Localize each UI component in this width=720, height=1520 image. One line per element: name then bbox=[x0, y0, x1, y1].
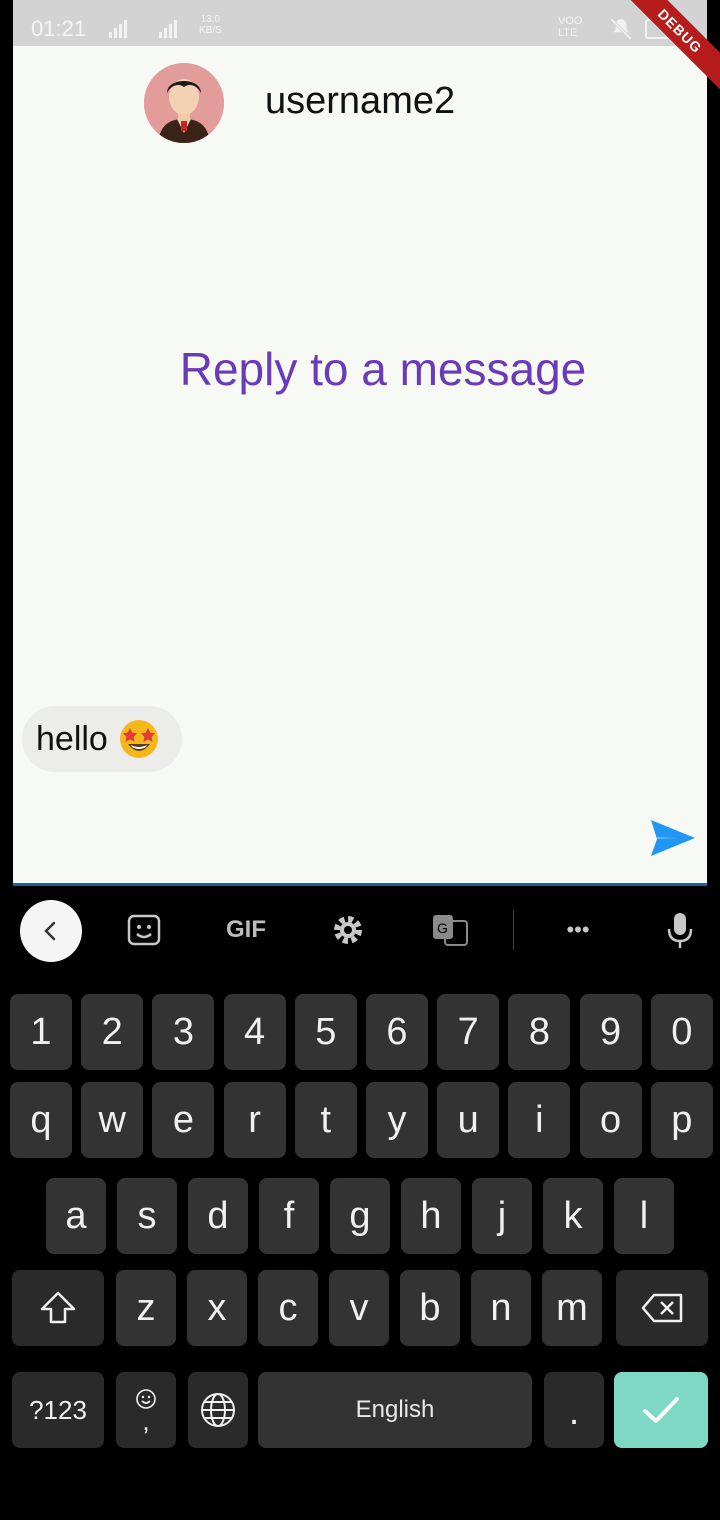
key-e[interactable]: e bbox=[152, 1082, 215, 1158]
checkmark-icon bbox=[643, 1397, 679, 1423]
avatar[interactable] bbox=[144, 63, 224, 143]
key-r[interactable]: r bbox=[223, 1082, 286, 1158]
key-1[interactable]: 1 bbox=[10, 994, 72, 1070]
key-p[interactable]: p bbox=[650, 1082, 713, 1158]
settings-button[interactable] bbox=[328, 910, 368, 950]
microphone-icon bbox=[667, 913, 693, 948]
chat-screen: username2 Reply to a message hello bbox=[13, 46, 707, 884]
key-3[interactable]: 3 bbox=[152, 994, 215, 1070]
chevron-left-icon bbox=[44, 921, 56, 941]
key-0[interactable]: 0 bbox=[650, 994, 713, 1070]
message-text: hello bbox=[36, 719, 108, 758]
globe-icon bbox=[201, 1393, 235, 1427]
user-avatar-icon bbox=[144, 63, 224, 143]
symbols-key[interactable]: ?123 bbox=[12, 1372, 104, 1448]
toolbar-back-button[interactable] bbox=[20, 900, 82, 962]
reply-hint: Reply to a message bbox=[179, 343, 587, 395]
net-speed: 13.0 KB/S bbox=[199, 14, 222, 36]
backspace-icon bbox=[641, 1293, 683, 1323]
svg-text:G: G bbox=[437, 920, 448, 936]
key-2[interactable]: 2 bbox=[81, 994, 144, 1070]
key-w[interactable]: w bbox=[81, 1082, 144, 1158]
key-g[interactable]: g bbox=[330, 1178, 390, 1254]
sticker-icon bbox=[127, 914, 161, 946]
message-bubble[interactable]: hello bbox=[22, 706, 182, 772]
key-m[interactable]: m bbox=[542, 1270, 602, 1346]
key-s[interactable]: s bbox=[117, 1178, 177, 1254]
key-v[interactable]: v bbox=[329, 1270, 389, 1346]
chat-header: username2 bbox=[13, 46, 707, 156]
key-d[interactable]: d bbox=[188, 1178, 248, 1254]
key-c[interactable]: c bbox=[258, 1270, 318, 1346]
key-8[interactable]: 8 bbox=[508, 994, 571, 1070]
space-key[interactable]: English bbox=[258, 1372, 532, 1448]
key-n[interactable]: n bbox=[471, 1270, 531, 1346]
volte-badge: VOO LTE bbox=[558, 15, 583, 39]
comma-key[interactable]: , bbox=[116, 1372, 176, 1448]
gif-button[interactable]: GIF bbox=[218, 910, 274, 950]
net-speed-unit: KB/S bbox=[199, 25, 222, 36]
key-k[interactable]: k bbox=[543, 1178, 603, 1254]
key-9[interactable]: 9 bbox=[579, 994, 642, 1070]
enter-key[interactable] bbox=[614, 1372, 708, 1448]
key-5[interactable]: 5 bbox=[294, 994, 357, 1070]
phone-screen: 01:21 13.0 KB/S VOO LTE username2 Reply … bbox=[0, 0, 720, 1520]
period-key[interactable]: . bbox=[544, 1372, 604, 1448]
key-f[interactable]: f bbox=[259, 1178, 319, 1254]
more-button[interactable]: ••• bbox=[556, 910, 600, 950]
key-6[interactable]: 6 bbox=[366, 994, 428, 1070]
voice-input-button[interactable] bbox=[662, 910, 698, 950]
key-y[interactable]: y bbox=[366, 1082, 428, 1158]
translate-button[interactable]: G bbox=[430, 910, 470, 950]
language-key[interactable] bbox=[188, 1372, 248, 1448]
signal-icon-2 bbox=[159, 18, 177, 38]
shift-key[interactable] bbox=[12, 1270, 104, 1346]
signal-icon bbox=[109, 18, 127, 38]
key-4[interactable]: 4 bbox=[223, 994, 286, 1070]
chat-username: username2 bbox=[265, 80, 456, 122]
toolbar-divider bbox=[513, 910, 514, 950]
key-t[interactable]: t bbox=[294, 1082, 357, 1158]
comma-label: , bbox=[142, 1406, 150, 1436]
space-key-label: English bbox=[355, 1396, 435, 1423]
key-h[interactable]: h bbox=[401, 1178, 461, 1254]
send-button[interactable] bbox=[649, 818, 697, 858]
net-speed-value: 13.0 bbox=[200, 14, 221, 25]
key-a[interactable]: a bbox=[46, 1178, 106, 1254]
key-l[interactable]: l bbox=[614, 1178, 674, 1254]
key-7[interactable]: 7 bbox=[437, 994, 500, 1070]
keyboard-toolbar: GIF G ••• bbox=[0, 886, 720, 978]
key-x[interactable]: x bbox=[187, 1270, 247, 1346]
key-z[interactable]: z bbox=[116, 1270, 176, 1346]
shift-icon bbox=[40, 1291, 76, 1324]
key-u[interactable]: u bbox=[437, 1082, 500, 1158]
mute-icon bbox=[610, 18, 632, 40]
key-b[interactable]: b bbox=[400, 1270, 460, 1346]
key-i[interactable]: i bbox=[508, 1082, 571, 1158]
keyboard: GIF G ••• 1 2 3 4 5 6 7 8 9 0 q w e r t … bbox=[0, 886, 720, 1520]
gear-icon bbox=[334, 916, 362, 944]
key-o[interactable]: o bbox=[579, 1082, 642, 1158]
key-q[interactable]: q bbox=[10, 1082, 72, 1158]
star-struck-emoji-icon bbox=[119, 720, 158, 758]
key-j[interactable]: j bbox=[472, 1178, 532, 1254]
sticker-button[interactable] bbox=[122, 910, 166, 950]
backspace-key[interactable] bbox=[616, 1270, 708, 1346]
translate-icon: G bbox=[433, 915, 468, 946]
status-time: 01:21 bbox=[31, 16, 87, 41]
